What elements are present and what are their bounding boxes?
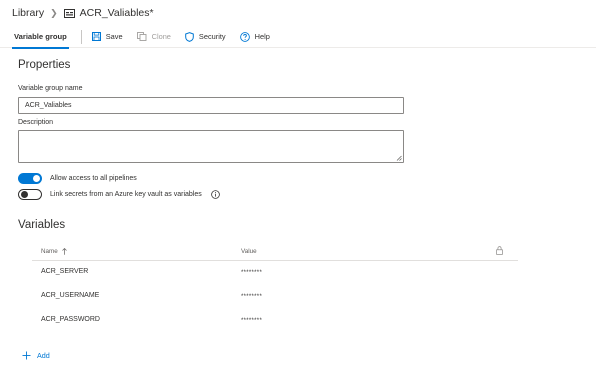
tab-variable-group[interactable]: Variable group [12,26,69,49]
toggle-knob [21,191,28,198]
help-icon [239,31,250,42]
group-name-value: ACR_Valiables [25,102,72,109]
variable-name: ACR_PASSWORD [41,316,100,323]
allow-pipelines-label: Allow access to all pipelines [50,175,137,182]
help-button[interactable]: Help [239,31,270,42]
description-textarea[interactable] [18,130,404,163]
link-keyvault-label: Link secrets from an Azure key vault as … [50,191,202,198]
plus-icon [22,351,31,360]
help-label: Help [254,32,270,41]
variable-name: ACR_USERNAME [41,292,100,299]
variable-value: ******** [241,270,263,276]
add-label: Add [37,351,50,360]
resize-handle-icon[interactable] [396,155,402,161]
save-button[interactable]: Save [91,32,123,41]
lock-icon [496,246,503,255]
security-button[interactable]: Security [185,31,226,42]
table-row[interactable]: ACR_PASSWORD ******** [32,311,518,335]
shield-icon [185,31,194,42]
toolbar: Variable group Save Clone Security Help [0,26,596,49]
variable-value: ******** [241,294,263,300]
column-name-label: Name [41,248,58,255]
variables-heading: Variables [18,219,66,231]
allow-pipelines-row: Allow access to all pipelines [18,173,137,184]
add-variable-button[interactable]: Add [22,351,50,360]
column-header-value: Value [241,248,257,255]
description-label: Description [18,119,54,126]
group-name-input[interactable]: ACR_Valiables [18,97,404,114]
variable-name: ACR_SERVER [41,268,89,275]
link-keyvault-toggle[interactable] [18,189,42,200]
properties-heading: Properties [18,59,71,71]
group-name-label: Variable group name [18,85,83,92]
breadcrumb-library-link[interactable]: Library [12,7,44,19]
breadcrumb-current: ACR_Valiables* [79,7,154,19]
save-icon [91,32,101,41]
clone-label: Clone [151,32,171,41]
clone-button[interactable]: Clone [136,32,171,41]
library-icon [63,8,75,18]
chevron-right-icon: ❯ [50,7,58,18]
toggle-knob [33,175,40,182]
allow-pipelines-toggle[interactable] [18,173,42,184]
clone-icon [136,32,147,41]
table-row[interactable]: ACR_SERVER ******** [32,263,518,287]
variable-value: ******** [241,318,263,324]
toolbar-divider [80,29,82,44]
table-row[interactable]: ACR_USERNAME ******** [32,287,518,311]
sort-ascending-icon [62,248,67,255]
save-label: Save [105,32,123,41]
column-header-name[interactable]: Name [41,248,67,255]
link-keyvault-row: Link secrets from an Azure key vault as … [18,189,220,200]
breadcrumb: Library ❯ ACR_Valiables* [12,5,154,21]
security-label: Security [198,32,226,41]
variables-table-header: Name Value [32,243,518,261]
info-icon[interactable] [210,190,220,199]
